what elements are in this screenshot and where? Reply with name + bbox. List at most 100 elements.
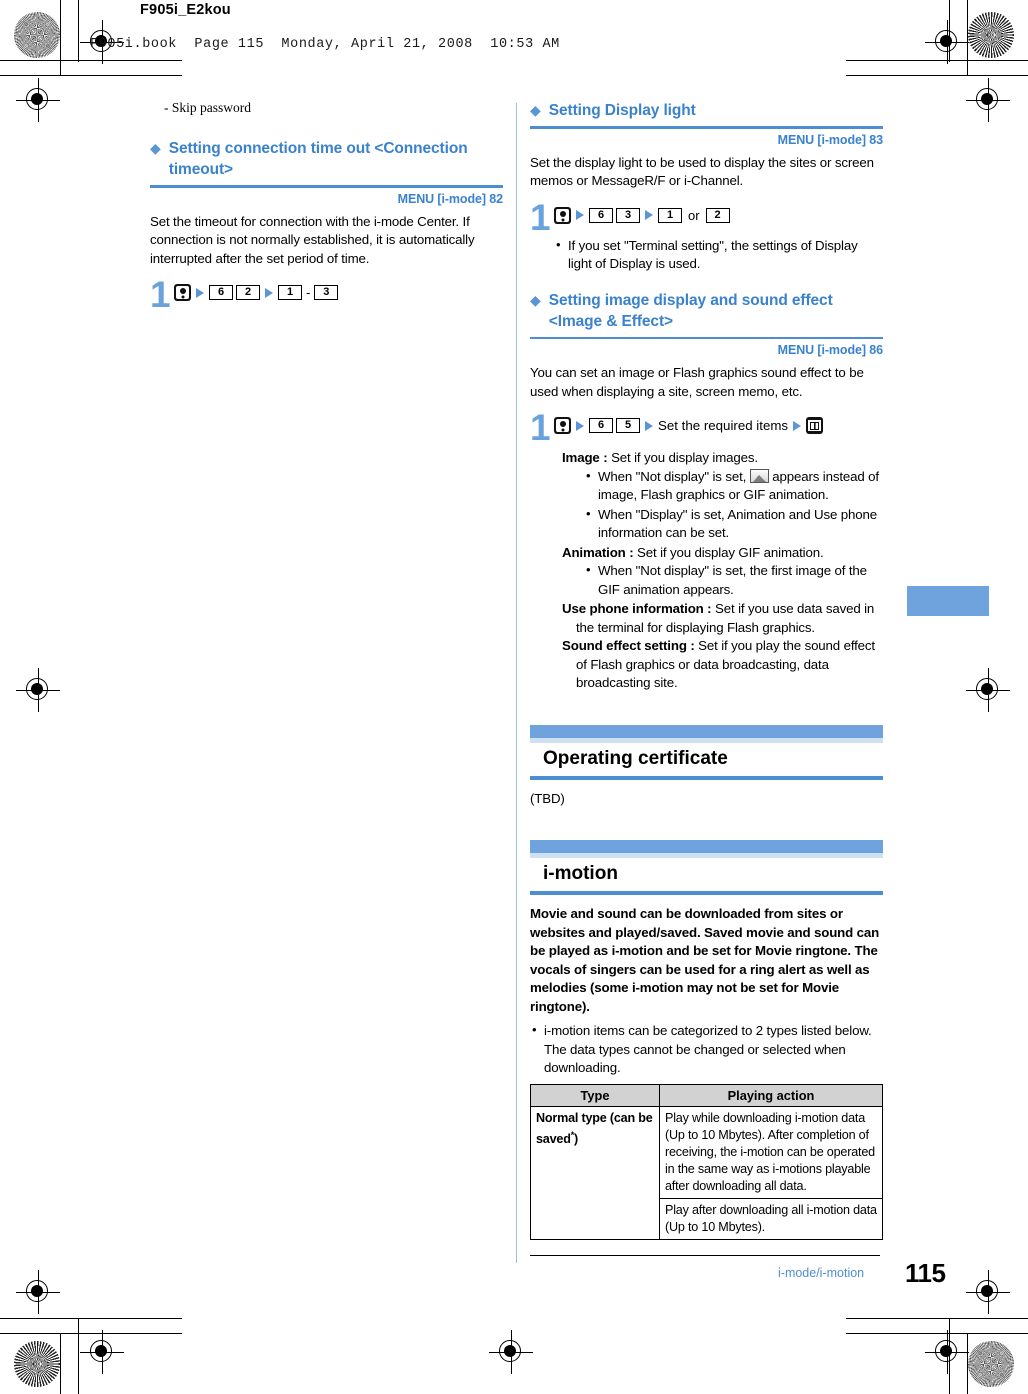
arrow-right-icon (576, 420, 584, 431)
step-number: 1 (150, 274, 171, 315)
cell-playing-action: Play while downloading i-motion data (Up… (659, 1105, 883, 1199)
key-6: 6 (589, 207, 613, 223)
operating-certificate-body: (TBD) (530, 790, 565, 806)
topic-heading-label: Setting Display light (548, 102, 696, 119)
list-item: When "Display" is set, Animation and Use… (584, 505, 883, 543)
step-number: 1 (530, 196, 551, 238)
topic-heading-display-light: ◆ Setting Display light (530, 100, 883, 121)
topic-heading-label: Setting connection time out <Connection … (168, 140, 468, 178)
imode-key-icon (174, 284, 191, 301)
step-1-definitions: Image : Set if you display images. When … (554, 449, 883, 693)
book-header-line: F905i.book Page 115 Monday, April 21, 20… (90, 37, 560, 52)
step-1: 1 6 3 1 or 2 (530, 196, 883, 238)
section-header-operating-certificate: Operating certificate (530, 724, 883, 780)
definition-term: Use phone information : (562, 601, 712, 616)
left-column: - Skip password ◆ Setting connection tim… (150, 100, 503, 314)
cell-playing-action: Play after downloading all i-motion data… (659, 1197, 883, 1240)
right-column: ◆ Setting Display light MENU [i-mode] 83… (530, 100, 883, 1240)
arrow-right-icon (576, 210, 584, 220)
definition-term: Sound effect setting : (562, 638, 695, 653)
definition-line: Use phone information : Set if you use d… (562, 600, 883, 637)
definition-image: Image : Set if you display images. When … (562, 449, 883, 543)
skip-password-note: - Skip password (164, 100, 251, 115)
definition-animation: Animation : Set if you display GIF anima… (562, 544, 883, 600)
footer-section-label: i-mode/i-motion (778, 1266, 865, 1280)
heading-rule (530, 336, 883, 339)
key-5: 5 (616, 418, 640, 433)
table-header-row: Type Playing action (530, 1083, 883, 1107)
section-thumb-tab (907, 586, 989, 616)
arrow-right-icon (265, 287, 273, 298)
list-item: If you set "Terminal setting", the setti… (554, 236, 883, 274)
key-sequence: 6 5 Set the required items (554, 413, 824, 434)
key-sequence: 6 2 1 - 3 (174, 280, 339, 301)
image-placeholder-icon (749, 468, 769, 483)
definition-line: Animation : Set if you display GIF anima… (562, 544, 883, 563)
imode-key-icon (554, 417, 571, 434)
column-divider (516, 103, 517, 1263)
definition-desc: Set if you display GIF animation. (637, 544, 824, 560)
topic-intro-text: Set the display light to be used to disp… (530, 154, 874, 189)
key-1: 1 (278, 285, 302, 300)
section-bar-bottom (530, 891, 883, 895)
arrow-right-icon (196, 287, 204, 298)
footer-rule (530, 1255, 880, 1256)
cell-type-tail: ) (574, 1131, 579, 1146)
imotion-type-table: Type Playing action Normal type (can be … (530, 1083, 883, 1240)
section-bar-bottom (530, 775, 883, 780)
definition-line: Sound effect setting : Set if you play t… (562, 637, 883, 693)
step-1: 1 6 2 1 - 3 (150, 274, 503, 315)
key-6: 6 (209, 285, 233, 300)
step-number: 1 (530, 407, 551, 448)
step-instruction-text: Set the required items (658, 418, 789, 433)
key-sequence: 6 3 1 or 2 (554, 203, 730, 224)
definition-desc: Set if you display images. (611, 450, 758, 465)
step-1: 1 6 5 Set the required items (530, 407, 883, 448)
heading-rule (150, 185, 503, 188)
imotion-intro-text: Movie and sound can be downloaded from s… (530, 906, 880, 1014)
section-title: i-motion (543, 863, 618, 884)
topic-intro-text: Set the timeout for connection with the … (150, 213, 475, 266)
diamond-icon: ◆ (150, 140, 161, 156)
menu-reference: MENU [i-mode] 86 (777, 343, 883, 357)
bullet-list: i-motion items can be categorized to 2 t… (530, 1021, 883, 1078)
arrow-right-icon (645, 210, 653, 220)
key-1: 1 (658, 207, 682, 223)
column-header-type: Type (530, 1083, 660, 1107)
list-item: When "Not display" is set, the first ima… (584, 561, 883, 599)
imode-key-icon (554, 206, 571, 224)
diamond-icon: ◆ (530, 291, 541, 308)
arrow-right-icon (645, 420, 653, 431)
step-1-notes: If you set "Terminal setting", the setti… (554, 236, 883, 274)
definition-use-phone-information: Use phone information : Set if you use d… (562, 600, 883, 637)
cell-type-text: Normal type (can be saved (536, 1110, 653, 1146)
heading-rule (530, 126, 883, 129)
file-tag: F905i_E2kou (140, 2, 231, 18)
page-number: 115 (905, 1258, 946, 1288)
definition-line: Image : Set if you display images. (562, 449, 883, 468)
section-bar-top (530, 724, 883, 738)
key-3: 3 (314, 285, 339, 300)
list-item: When "Not display" is set, appears inste… (584, 467, 883, 505)
section-bar-top (530, 840, 883, 853)
section-header-imotion: i-motion (530, 840, 883, 895)
definition-term: Animation : (562, 544, 634, 560)
key-6: 6 (589, 418, 613, 433)
key-range-dash: - (306, 285, 311, 300)
key-3: 3 (616, 207, 640, 223)
section-title: Operating certificate (543, 747, 728, 769)
arrow-right-icon (793, 420, 802, 431)
topic-intro-text: You can set an image or Flash graphics s… (530, 365, 864, 399)
topic-heading-image-effect: ◆ Setting image display and sound effect… (530, 290, 883, 332)
list-item: i-motion items can be categorized to 2 t… (530, 1021, 883, 1078)
column-header-playing-action: Playing action (659, 1083, 883, 1107)
topic-heading-label: Setting image display and sound effect <… (548, 291, 833, 330)
definition-term: Image : (562, 450, 608, 465)
definition-sound-effect-setting: Sound effect setting : Set if you play t… (562, 637, 883, 693)
menu-reference: MENU [i-mode] 83 (777, 132, 883, 147)
bullet-list: When "Not display" is set, the first ima… (584, 561, 883, 599)
table-row: Normal type (can be saved*) Play while d… (530, 1105, 883, 1240)
cell-type: Normal type (can be saved*) (530, 1105, 660, 1240)
key-2: 2 (705, 207, 730, 223)
bullet-list: When "Not display" is set, appears inste… (584, 467, 883, 543)
